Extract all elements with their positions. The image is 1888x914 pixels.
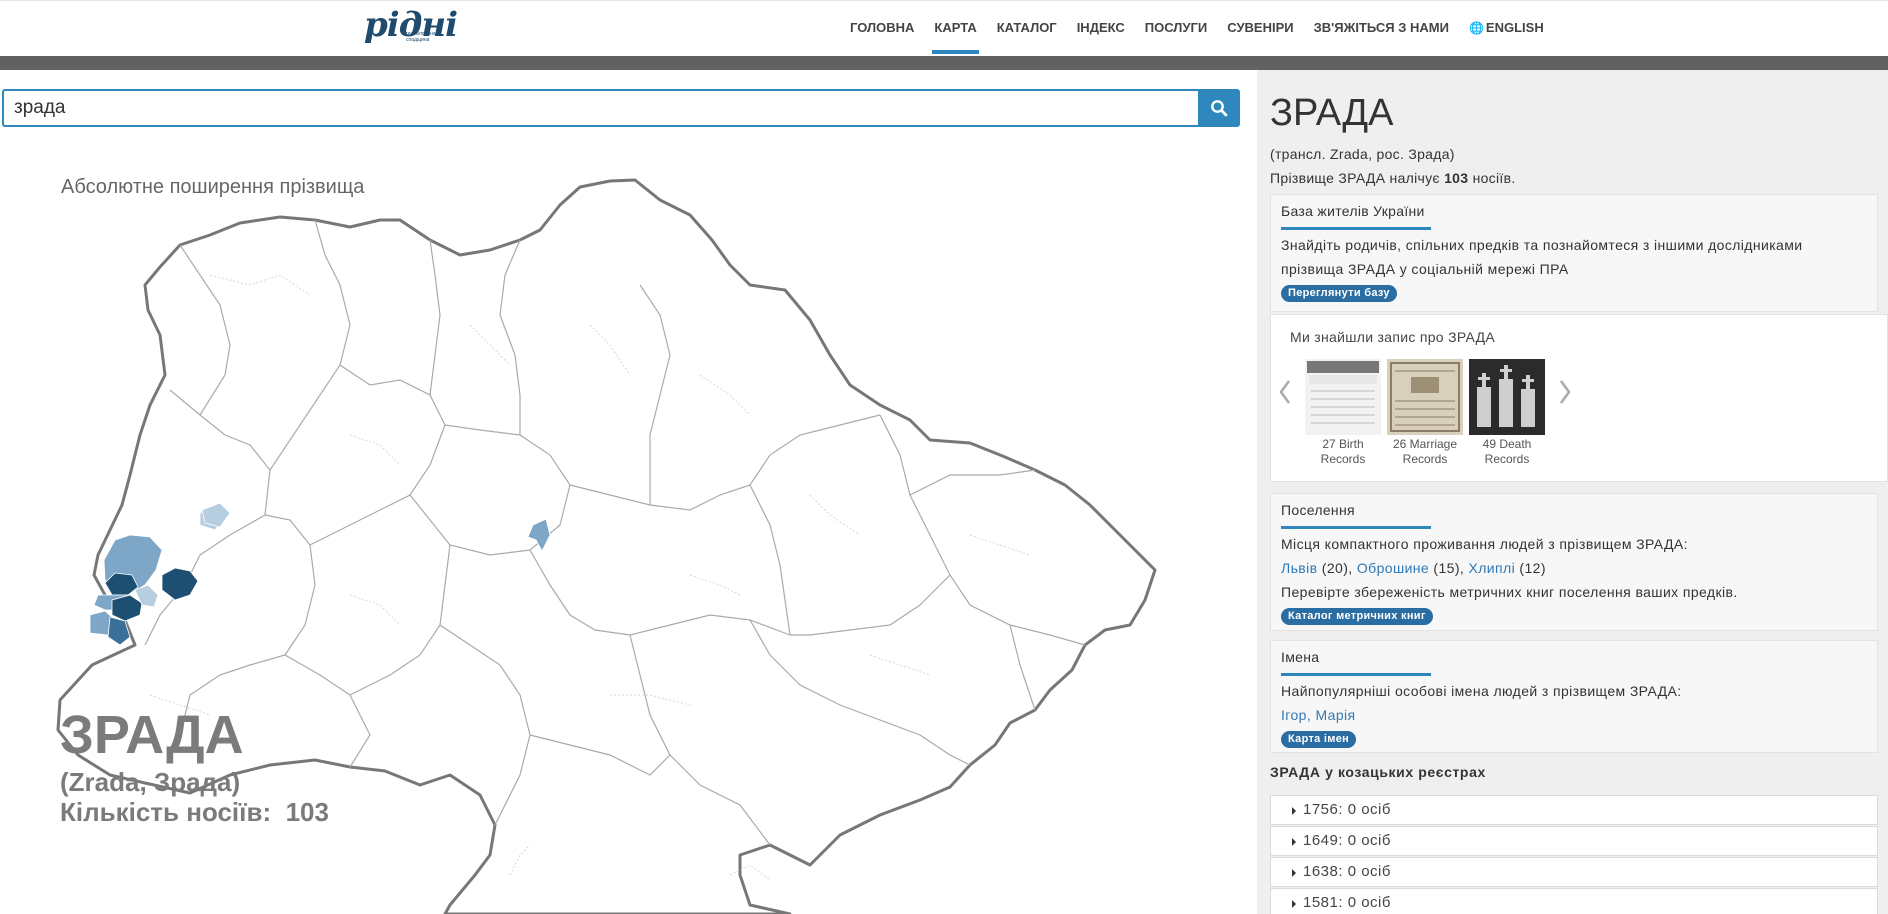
settlement-count: (12) <box>1519 560 1546 576</box>
carousel-next-icon[interactable] <box>1557 377 1573 407</box>
metric-books-catalog-button[interactable]: Каталог метричних книг <box>1281 608 1433 625</box>
cossack-register-row[interactable]: 1756: 0 осіб <box>1270 795 1878 825</box>
search-button[interactable] <box>1198 89 1240 127</box>
map-surname: ЗРАДА <box>60 705 244 765</box>
cossack-register-text: 1649: 0 осіб <box>1303 832 1391 849</box>
cossack-register-row[interactable]: 1649: 0 осіб <box>1270 826 1878 856</box>
cossack-registers-heading: ЗРАДА у козацьких реєстрах <box>1270 764 1486 780</box>
carousel-prev-icon[interactable] <box>1277 377 1293 407</box>
panel-transliteration: (трансл. Zrada, рос. Зрада) <box>1270 146 1455 162</box>
count-prefix: Прізвище ЗРАДА налічує <box>1270 170 1440 186</box>
caret-right-icon <box>1292 869 1296 877</box>
settlement-link[interactable]: Оброшине <box>1357 560 1429 576</box>
view-base-button[interactable]: Переглянути базу <box>1281 285 1397 302</box>
nav-contact[interactable]: ЗВ'ЯЖІТЬСЯ З НАМИ <box>1304 1 1459 57</box>
birth-records-count: 27 Birth <box>1322 437 1364 451</box>
names-heading: Імена <box>1281 649 1320 665</box>
site-logo[interactable]: рідні генеалогічна спадщина <box>364 5 458 51</box>
map-count-label: Кількість носіїв: <box>60 797 272 827</box>
map-title: Абсолютне поширення прізвища <box>61 176 365 198</box>
death-records-count: 49 Death <box>1482 437 1532 451</box>
heading-underline <box>1281 673 1431 676</box>
names-card: Імена Найпопулярніші особові імена людей… <box>1270 640 1878 753</box>
nav-home[interactable]: ГОЛОВНА <box>840 1 924 57</box>
logo-subtitle: генеалогічна спадщина <box>406 31 436 43</box>
cossack-register-text: 1756: 0 осіб <box>1303 801 1391 818</box>
death-records-word: Records <box>1484 452 1530 466</box>
settlement-link[interactable]: Хлиплі <box>1469 560 1516 576</box>
residents-base-text-1: Знайдіть родичів, спільних предків та по… <box>1281 237 1803 253</box>
globe-icon: 🌐 <box>1468 21 1484 35</box>
nav-english[interactable]: 🌐 ENGLISH <box>1459 1 1554 57</box>
birth-certificate-thumbnail[interactable] <box>1305 359 1381 435</box>
map-transliteration: (Zrada, Зрада) <box>60 767 241 797</box>
search-input[interactable] <box>4 91 1198 125</box>
map-count-line: Кількість носіїв: 103 <box>60 796 329 828</box>
search-box <box>2 89 1198 127</box>
records-heading: Ми знайшли запис про ЗРАДА <box>1290 329 1496 345</box>
cossack-register-text: 1638: 0 осіб <box>1303 863 1391 880</box>
caret-right-icon <box>1292 838 1296 846</box>
marriage-records-label[interactable]: 26 Marriage Records <box>1384 437 1466 467</box>
heading-underline <box>1281 227 1431 230</box>
records-card: Ми знайшли запис про ЗРАДА 27 Birth Recor… <box>1270 314 1888 482</box>
death-record-thumbnail[interactable] <box>1469 359 1545 435</box>
map-count-value: 103 <box>285 797 329 827</box>
death-records-label[interactable]: 49 Death Records <box>1466 437 1548 467</box>
settlement-count: (15) <box>1433 560 1460 576</box>
nav-catalog[interactable]: КАТАЛОГ <box>987 1 1067 57</box>
settlement-count: (20) <box>1321 560 1349 576</box>
nav-map[interactable]: КАРТА <box>924 1 986 57</box>
caret-right-icon <box>1292 807 1296 815</box>
settlements-list: Львів (20), Оброшине (15), Хлиплі (12) <box>1281 560 1546 576</box>
nav-services[interactable]: ПОСЛУГИ <box>1135 1 1217 57</box>
top-navbar: рідні генеалогічна спадщина ГОЛОВНА КАРТ… <box>0 0 1888 56</box>
settlements-text: Місця компактного проживання людей з прі… <box>1281 536 1688 552</box>
residents-base-card: База жителів України Знайдіть родичів, с… <box>1270 194 1878 312</box>
residents-base-text-2: прізвища ЗРАДА у соціальній мережі ПРА <box>1281 261 1569 277</box>
panel-title: ЗРАДА <box>1270 92 1394 134</box>
cossack-register-row[interactable]: 1638: 0 осіб <box>1270 857 1878 887</box>
nav-index[interactable]: ІНДЕКС <box>1067 1 1135 57</box>
birth-records-word: Records <box>1320 452 1366 466</box>
marriage-certificate-thumbnail[interactable] <box>1387 359 1463 435</box>
caret-right-icon <box>1292 900 1296 908</box>
surname-info-panel: ЗРАДА (трансл. Zrada, рос. Зрада) Прізви… <box>1257 70 1888 914</box>
settlements-card: Поселення Місця компактного проживання л… <box>1270 493 1878 631</box>
count-value: 103 <box>1444 170 1469 186</box>
header-divider-bar <box>0 56 1888 70</box>
main-nav: ГОЛОВНА КАРТА КАТАЛОГ ІНДЕКС ПОСЛУГИ СУВ… <box>840 1 1554 57</box>
marriage-records-word: Records <box>1402 452 1448 466</box>
nav-english-label: ENGLISH <box>1485 20 1544 35</box>
panel-count-line: Прізвище ЗРАДА налічує 103 носіїв. <box>1270 170 1516 186</box>
residents-base-heading: База жителів України <box>1281 203 1425 219</box>
settlements-heading: Поселення <box>1281 502 1355 518</box>
marriage-records-count: 26 Marriage <box>1392 437 1458 451</box>
settlements-text-2: Перевірте збереженість метричних книг по… <box>1281 584 1738 600</box>
cossack-register-text: 1581: 0 осіб <box>1303 894 1391 911</box>
names-map-button[interactable]: Карта імен <box>1281 731 1357 748</box>
settlement-link[interactable]: Львів <box>1281 560 1317 576</box>
search-icon <box>1211 100 1228 117</box>
names-text: Найпопулярніші особові імена людей з прі… <box>1281 683 1682 699</box>
cossack-register-row[interactable]: 1581: 0 осіб <box>1270 888 1878 914</box>
birth-records-label[interactable]: 27 Birth Records <box>1302 437 1384 467</box>
names-list-link[interactable]: Ігор, Марія <box>1281 707 1356 723</box>
nav-souvenirs[interactable]: СУВЕНІРИ <box>1217 1 1303 57</box>
heading-underline <box>1281 526 1431 529</box>
count-suffix: носіїв. <box>1472 170 1516 186</box>
